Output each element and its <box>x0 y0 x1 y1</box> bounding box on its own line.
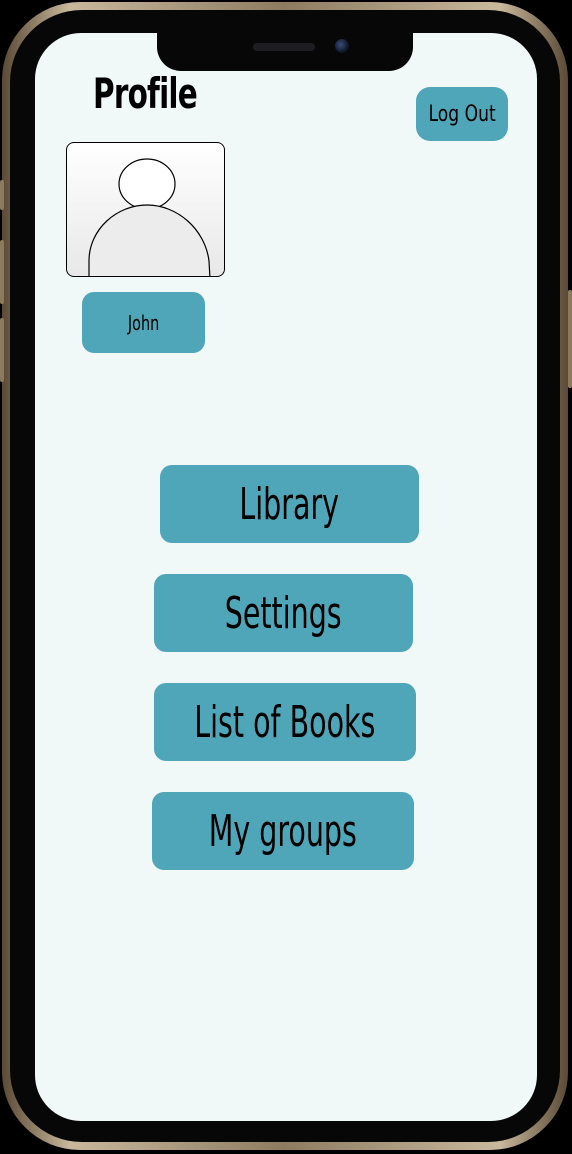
my-groups-button-label: My groups <box>208 805 358 857</box>
logout-button[interactable]: Log Out <box>416 87 508 141</box>
username-label: John <box>127 310 160 335</box>
list-of-books-button-label: List of Books <box>194 696 376 748</box>
list-of-books-button[interactable]: List of Books <box>154 683 416 761</box>
device-volume-up <box>0 240 4 304</box>
avatar[interactable] <box>66 142 225 277</box>
library-button[interactable]: Library <box>160 465 419 543</box>
device-notch <box>157 33 413 71</box>
settings-button[interactable]: Settings <box>154 574 413 652</box>
user-placeholder-icon <box>88 158 211 276</box>
settings-button-label: Settings <box>225 587 342 639</box>
device-power-button <box>568 290 572 388</box>
front-camera-icon <box>335 39 349 53</box>
device-silent-switch <box>0 180 4 210</box>
logout-button-label: Log Out <box>428 101 496 127</box>
speaker-grille <box>253 43 315 51</box>
username-badge[interactable]: John <box>82 292 205 353</box>
device-volume-down <box>0 318 4 382</box>
library-button-label: Library <box>239 478 340 530</box>
page-title: Profile <box>93 69 198 118</box>
app-screen: Profile Log Out John Library Settings Li… <box>35 33 537 1121</box>
my-groups-button[interactable]: My groups <box>152 792 414 870</box>
